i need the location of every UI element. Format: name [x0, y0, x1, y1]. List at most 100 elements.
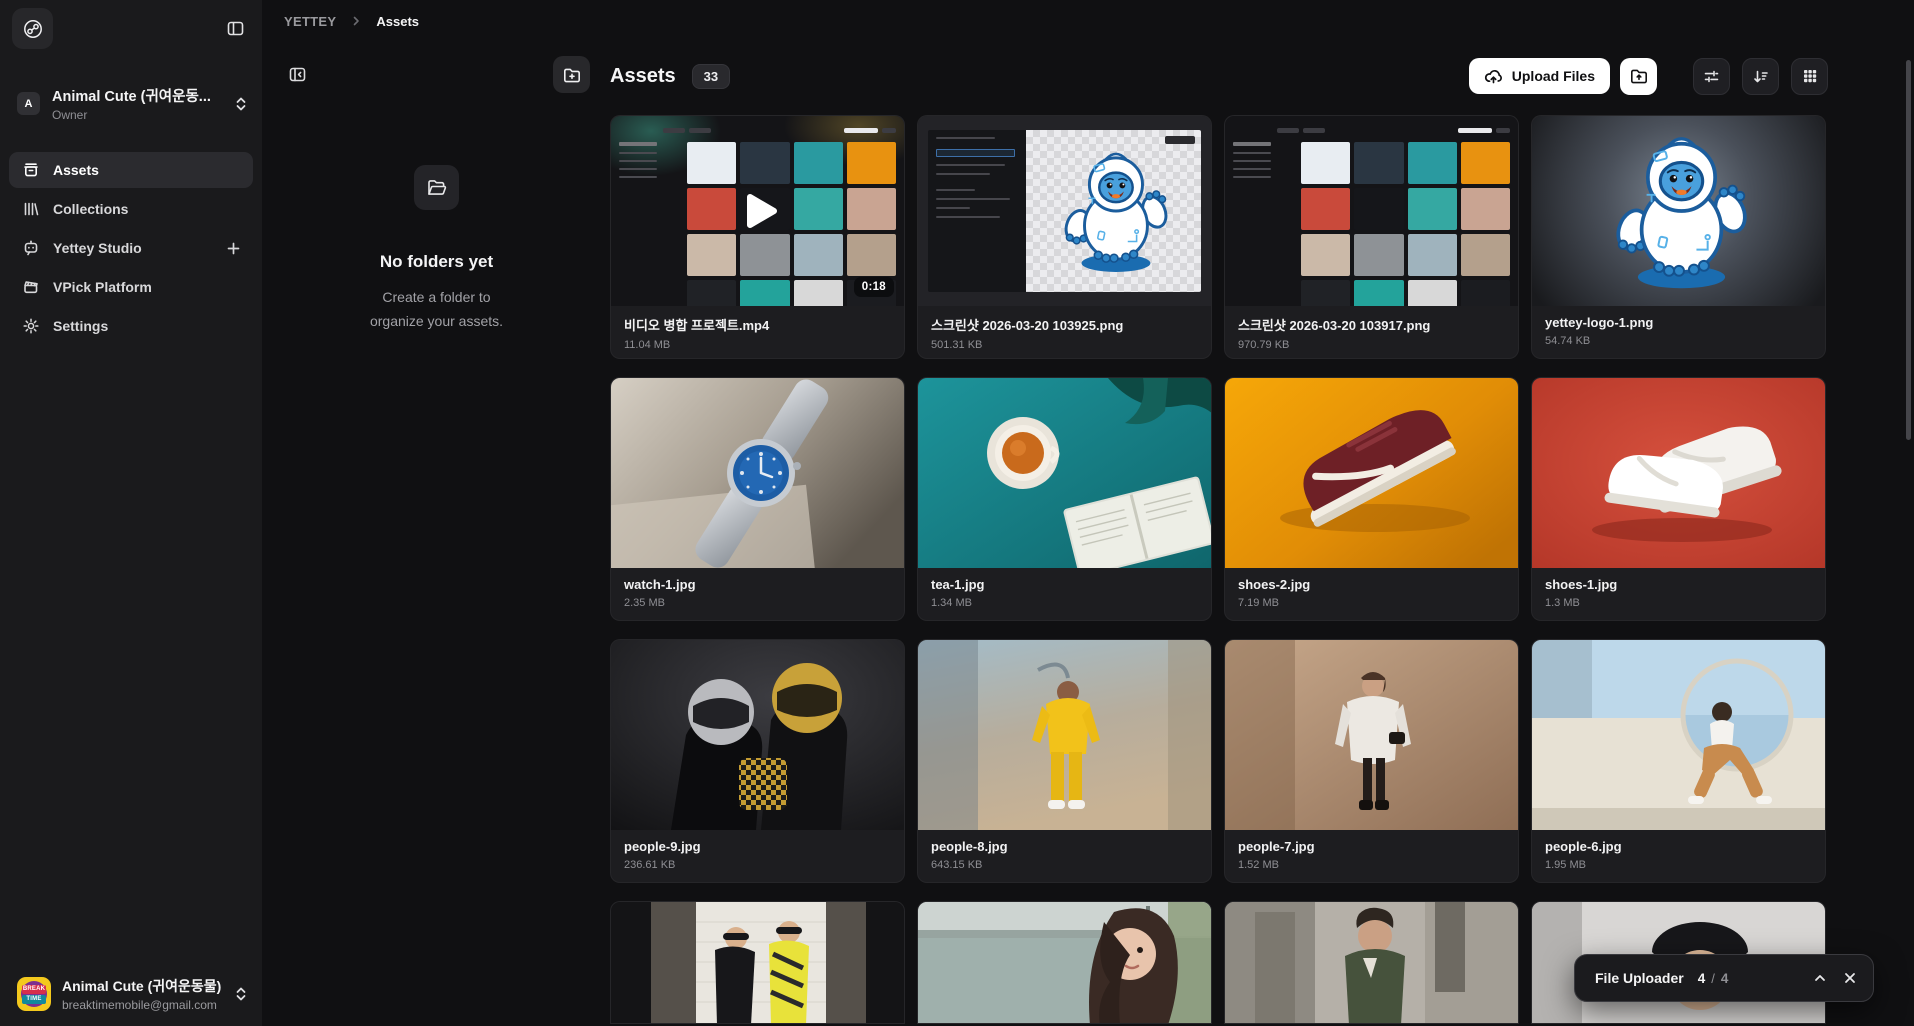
breadcrumb-root[interactable]: YETTEY — [284, 14, 336, 29]
sidebar-collapse-button[interactable] — [222, 16, 248, 42]
asset-filename: tea-1.jpg — [931, 577, 1198, 592]
image-thumbnail — [918, 378, 1211, 568]
image-thumbnail — [918, 640, 1211, 830]
asset-filename: people-8.jpg — [931, 839, 1198, 854]
breaktime-avatar: BREAK TIME — [17, 977, 51, 1011]
image-thumbnail — [1532, 640, 1825, 830]
chevron-up-down-icon — [234, 985, 248, 1003]
toast-collapse-button[interactable] — [1813, 971, 1827, 985]
asset-card[interactable]: people-8.jpg 643.15 KB — [917, 639, 1212, 883]
folder-open-icon — [414, 165, 459, 210]
sort-button[interactable] — [1742, 58, 1779, 95]
asset-card[interactable]: tea-1.jpg 1.34 MB — [917, 377, 1212, 621]
toast-done-count: 4 — [1698, 971, 1706, 986]
asset-filesize: 501.31 KB — [931, 339, 1198, 351]
upload-files-button[interactable]: Upload Files — [1469, 58, 1610, 94]
asset-filesize: 54.74 KB — [1545, 335, 1812, 347]
workspace-avatar: A — [17, 92, 40, 115]
page-title: Assets — [610, 65, 676, 88]
image-thumbnail — [1225, 902, 1518, 1024]
asset-card[interactable]: shoes-2.jpg 7.19 MB — [1224, 377, 1519, 621]
image-thumbnail — [1532, 378, 1825, 568]
asset-filename: 스크린샷 2026-03-20 103925.png — [931, 315, 1198, 334]
toast-total-count: 4 — [1721, 971, 1729, 986]
asset-card[interactable] — [610, 901, 905, 1024]
asset-card[interactable] — [1224, 901, 1519, 1024]
filter-button[interactable] — [1693, 58, 1730, 95]
app-logo-button[interactable] — [12, 8, 53, 49]
account-menu[interactable]: BREAK TIME Animal Cute (귀여운동물) breaktime… — [0, 966, 262, 1026]
main-area: YETTEY Assets — [262, 0, 1914, 1026]
scrollbar[interactable] — [1906, 60, 1911, 440]
asset-card[interactable] — [917, 901, 1212, 1024]
upload-folder-button[interactable] — [1620, 58, 1657, 95]
video-thumbnail: 0:18 — [611, 116, 904, 306]
asset-filesize: 970.79 KB — [1238, 339, 1505, 351]
asset-card[interactable]: 스크린샷 2026-03-20 103925.png 501.31 KB — [917, 115, 1212, 359]
asset-filesize: 1.34 MB — [931, 597, 1198, 609]
folders-empty-state: No folders yet Create a folder to organi… — [283, 165, 590, 334]
sidebar-item-yettey-studio[interactable]: Yettey Studio — [9, 230, 253, 266]
asset-card[interactable]: 0:18 비디오 병합 프로젝트.mp4 11.04 MB — [610, 115, 905, 359]
sidebar-item-label: Yettey Studio — [53, 240, 142, 256]
sort-descending-icon — [1751, 67, 1770, 86]
asset-filesize: 236.61 KB — [624, 859, 891, 871]
account-name: Animal Cute (귀여운동물) — [62, 976, 234, 996]
toast-title: File Uploader — [1595, 970, 1684, 986]
asset-filesize: 1.52 MB — [1238, 859, 1505, 871]
panel-toggle-icon — [226, 19, 245, 38]
image-thumbnail — [1225, 640, 1518, 830]
asset-filename: 비디오 병합 프로젝트.mp4 — [624, 315, 891, 334]
asset-filename: people-6.jpg — [1545, 839, 1812, 854]
asset-filesize: 643.15 KB — [931, 859, 1198, 871]
asset-card[interactable]: yettey-logo-1.png 54.74 KB — [1531, 115, 1826, 359]
sidebar-item-label: Assets — [53, 162, 99, 178]
image-thumbnail — [918, 116, 1211, 306]
assets-count-badge: 33 — [692, 64, 730, 89]
chevron-up-down-icon — [234, 95, 248, 113]
collapse-folders-button[interactable] — [283, 61, 311, 89]
empty-state-subtitle: Create a folder to organize your assets. — [370, 286, 503, 334]
asset-filename: people-9.jpg — [624, 839, 891, 854]
sidebar-item-collections[interactable]: Collections — [9, 191, 253, 227]
breadcrumb: YETTEY Assets — [262, 0, 1914, 42]
image-thumbnail — [1532, 116, 1825, 306]
asset-card[interactable]: people-9.jpg 236.61 KB — [610, 639, 905, 883]
image-thumbnail — [611, 640, 904, 830]
chevron-right-icon — [350, 15, 362, 27]
add-studio-button[interactable] — [223, 238, 243, 258]
asset-filename: shoes-1.jpg — [1545, 577, 1812, 592]
toast-close-button[interactable] — [1843, 971, 1857, 985]
create-folder-button[interactable] — [553, 56, 590, 93]
asset-filesize: 7.19 MB — [1238, 597, 1505, 609]
sidebar-item-settings[interactable]: Settings — [9, 308, 253, 344]
toast-separator: / — [1711, 971, 1715, 986]
asset-card[interactable]: people-7.jpg 1.52 MB — [1224, 639, 1519, 883]
asset-card[interactable]: 스크린샷 2026-03-20 103917.png 970.79 KB — [1224, 115, 1519, 359]
sidebar-item-assets[interactable]: Assets — [9, 152, 253, 188]
asset-card[interactable]: shoes-1.jpg 1.3 MB — [1531, 377, 1826, 621]
image-thumbnail — [611, 378, 904, 568]
gear-icon — [22, 317, 40, 335]
asset-filesize: 2.35 MB — [624, 597, 891, 609]
asset-filename: watch-1.jpg — [624, 577, 891, 592]
workspace-switcher[interactable]: A Animal Cute (귀여운동... Owner — [17, 85, 248, 122]
assets-section: Assets 33 Upload Files — [600, 42, 1914, 1026]
video-duration-badge: 0:18 — [854, 277, 894, 297]
image-thumbnail — [1225, 116, 1518, 306]
empty-state-title: No folders yet — [380, 252, 493, 272]
yettey-logo-icon — [22, 18, 44, 40]
workspace-role: Owner — [52, 108, 234, 122]
play-icon — [731, 184, 785, 238]
archive-box-icon — [22, 161, 40, 179]
asset-card[interactable]: watch-1.jpg 2.35 MB — [610, 377, 905, 621]
sliders-icon — [1702, 67, 1721, 86]
studio-chat-icon — [22, 239, 40, 257]
sidebar-item-vpick-platform[interactable]: VPick Platform — [9, 269, 253, 305]
grid-view-button[interactable] — [1791, 58, 1828, 95]
sidebar-item-label: VPick Platform — [53, 279, 152, 295]
folder-plus-icon — [562, 65, 582, 85]
folder-up-icon — [1629, 66, 1649, 86]
asset-card[interactable]: people-6.jpg 1.95 MB — [1531, 639, 1826, 883]
file-uploader-toast: File Uploader 4 / 4 — [1574, 954, 1874, 1002]
